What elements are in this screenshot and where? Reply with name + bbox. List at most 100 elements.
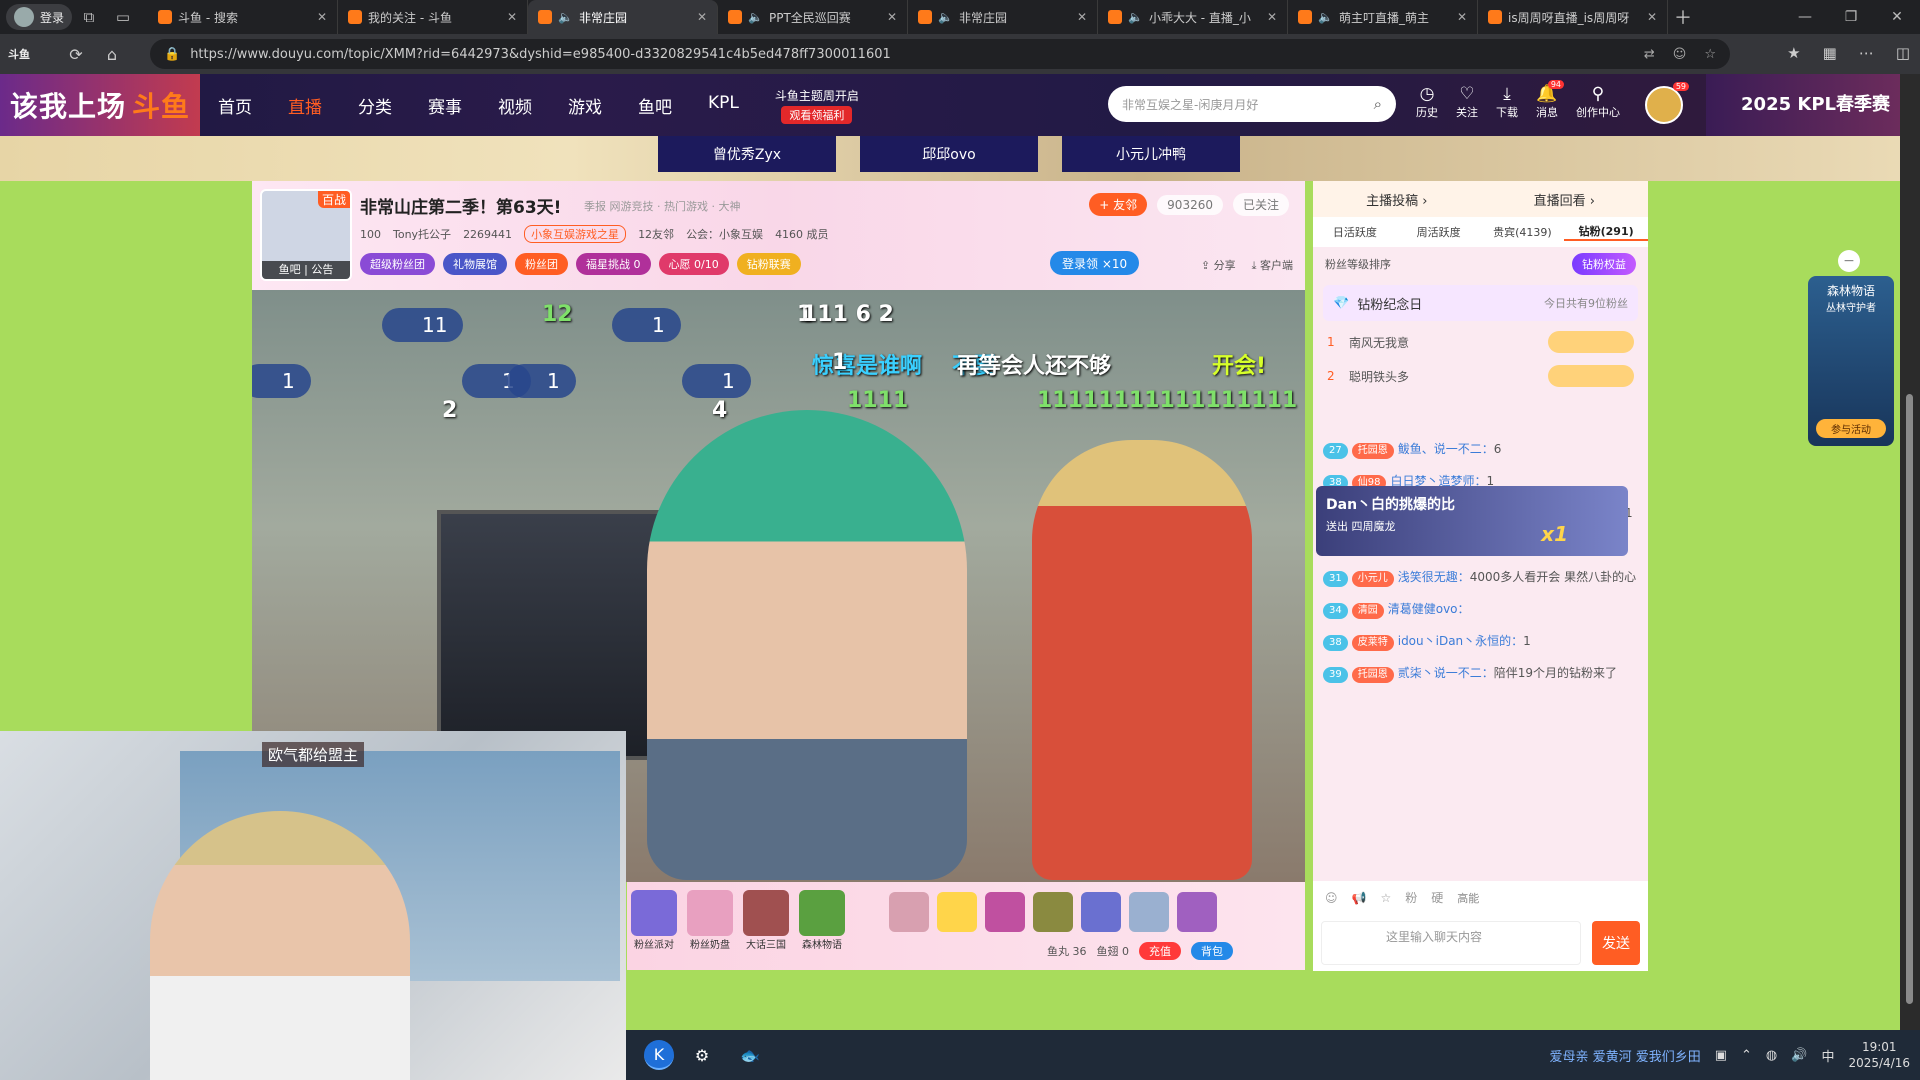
nav-item[interactable]: 分类 [358,93,392,118]
browser-tab[interactable]: is周周呀直播_is周周呀 ✕ [1478,0,1669,34]
nav-item[interactable]: KPL [708,93,739,118]
gift-item[interactable] [889,892,929,932]
speaker-icon[interactable]: 🔈 [748,10,763,24]
client-button[interactable]: ⤓ 客户端 [1252,257,1293,273]
fan-badge-icon[interactable]: 粉 [1405,889,1417,906]
profile-button[interactable]: 登录 [6,4,73,30]
nav-item[interactable]: 首页 [218,93,252,118]
steam-app-icon[interactable]: ⚙ [682,1035,722,1075]
chat-rank-tab[interactable]: 贵宾(4139) [1481,224,1565,240]
tab-close-icon[interactable]: ✕ [317,10,327,24]
browser-tab[interactable]: 我的关注 - 斗鱼 ✕ [338,0,529,34]
home-icon[interactable]: ⌂ [94,45,130,64]
collapse-icon[interactable]: − [1838,250,1860,272]
header-tool[interactable]: ⚲ 创作中心 [1576,84,1620,120]
scrollbar-thumb[interactable] [1906,394,1913,1004]
kugou-app-icon[interactable]: K [644,1040,674,1070]
send-button[interactable]: 发送 [1592,921,1640,965]
nav-item[interactable]: 游戏 [568,93,602,118]
nav-item[interactable]: 直播 [288,93,322,118]
chat-message[interactable]: 27 托园恩 鲅鱼、说一不二：6 [1313,433,1648,465]
collections-icon[interactable]: ▦ [1823,44,1837,62]
followed-dropdown[interactable]: 已关注 [1232,193,1289,216]
sidebar-icon[interactable]: ◫ [1896,44,1910,62]
rank-sort-label[interactable]: 粉丝等级排序 [1325,256,1391,272]
header-tool[interactable]: ⤓ 下载 [1496,84,1518,120]
gift-item[interactable] [1129,892,1169,932]
favorites-icon[interactable]: ★ [1787,44,1800,62]
browser-tab[interactable]: 🔈 非常庄园 ✕ [908,0,1099,34]
gift-item[interactable] [1033,892,1073,932]
minimize-icon[interactable]: — [1782,9,1828,25]
gift-item[interactable] [985,892,1025,932]
chat-rank-tab[interactable]: 周活跃度 [1397,224,1481,240]
gift-item[interactable] [687,890,733,936]
fan-row[interactable]: 1 南风无我意 [1313,325,1648,359]
search-icon[interactable]: ⌕ [1374,95,1382,113]
chat-username[interactable]: 清葛健健ovo： [1388,602,1470,616]
feature-chip[interactable]: 心愿 0/10 [658,253,729,275]
chat-username[interactable]: 浅笑很无趣： [1398,570,1470,584]
clock[interactable]: 19:01 2025/4/16 [1848,1039,1910,1071]
refresh-icon[interactable]: ⟳ [58,45,94,64]
category-tab[interactable]: 小元儿冲鸭 [1062,136,1240,172]
follow-button[interactable]: + 友邻 [1089,193,1148,216]
header-tool[interactable]: ♡ 关注 [1456,84,1478,120]
avatar-footer[interactable]: 鱼吧 | 公告 [262,261,350,279]
fan-row[interactable]: 2 聪明铁头多 [1313,359,1648,393]
translate-icon[interactable]: ⇄ [1644,47,1655,62]
speaker-icon[interactable]: 🔈 [938,10,953,24]
browser-tab[interactable]: 🔈 萌主叮直播_萌主 ✕ [1288,0,1479,34]
chat-top-link[interactable]: 主播投稿 › [1366,190,1427,209]
gift-item[interactable] [743,890,789,936]
gift-item[interactable] [1081,892,1121,932]
bookmark-star-icon[interactable]: ☆ [1704,47,1716,62]
tray-app-icon[interactable]: ▣ [1715,1048,1727,1063]
nav-item[interactable]: 鱼吧 [638,93,672,118]
chat-rank-tab[interactable]: 日活跃度 [1313,224,1397,240]
header-tool[interactable]: 🔔 消息 94 [1536,80,1564,120]
browser-tab[interactable]: 斗鱼 - 搜索 ✕ [148,0,339,34]
forest-event-ad[interactable]: − 森林物语 丛林守护者 参与活动 [1808,250,1894,446]
page-scrollbar[interactable] [1900,74,1920,1030]
guild-name[interactable]: 公会：小象互娱 [686,226,763,242]
anchor-avatar[interactable]: 百战 鱼吧 | 公告 [260,189,352,281]
recharge-button[interactable]: 充值 [1139,942,1181,960]
url-field[interactable]: 🔒 https://www.douyu.com/topic/XMM?rid=64… [150,39,1730,69]
promo-link[interactable]: 斗鱼主题周开启 观看领福利 [775,87,859,124]
kpl-banner[interactable]: 2025 KPL春季赛 [1706,74,1900,136]
browser-tab[interactable]: 🔈 非常庄园 ✕ [528,0,719,34]
honor-badge[interactable]: 小象互娱游戏之星 [524,225,627,243]
speaker-icon[interactable]: 🔈 [1128,10,1143,24]
speaker-icon[interactable]: 🔈 [1318,10,1333,24]
new-tab-button[interactable]: ＋ [1668,4,1698,30]
nav-item[interactable]: 赛事 [428,93,462,118]
nav-item[interactable]: 视频 [498,93,532,118]
chat-rank-tab[interactable]: 钻粉(291) [1564,223,1648,241]
ime-indicator[interactable]: 中 [1821,1046,1834,1065]
tab-close-icon[interactable]: ✕ [697,10,707,24]
share-button[interactable]: ⇪ 分享 [1201,257,1236,273]
tab-close-icon[interactable]: ✕ [507,10,517,24]
search-input[interactable]: 非常互娱之星-闲庚月月好 ⌕ [1108,86,1396,122]
network-icon[interactable]: ◍ [1766,1048,1777,1063]
chat-message[interactable]: 39 托园恩 贰柒丶说一不二：陪伴19个月的钻粉来了 [1313,657,1648,689]
chat-username[interactable]: 贰柒丶说一不二： [1398,666,1494,680]
hard-badge-icon[interactable]: 硬 [1431,889,1443,906]
ad-join-button[interactable]: 参与活动 [1816,419,1886,438]
chat-username[interactable]: 鲅鱼、说一不二： [1398,442,1494,456]
chat-input[interactable]: 这里输入聊天内容 [1321,921,1581,965]
friends-count[interactable]: 12友邻 [638,226,674,242]
tab-actions-icon[interactable]: ▭ [106,4,140,30]
gift-item[interactable] [937,892,977,932]
memorial-banner[interactable]: 💎 钻粉纪念日 今日共有9位粉丝 [1323,285,1638,321]
close-window-icon[interactable]: ✕ [1874,9,1920,25]
chat-username[interactable]: idou丶iDan丶永恒的： [1398,634,1523,648]
room-category[interactable]: 季报 网游竞技 · 热门游戏 · 大神 [584,198,740,214]
high-energy-toggle[interactable]: 高能 [1457,890,1479,906]
backpack-button[interactable]: 背包 [1191,942,1233,960]
speaker-icon[interactable]: 🔈 [558,10,573,24]
category-tab[interactable]: 邱邱ovo [860,136,1038,172]
feature-chip[interactable]: 礼物展馆 [443,253,507,275]
browser-tab[interactable]: 🔈 PPT全民巡回赛 ✕ [718,0,909,34]
